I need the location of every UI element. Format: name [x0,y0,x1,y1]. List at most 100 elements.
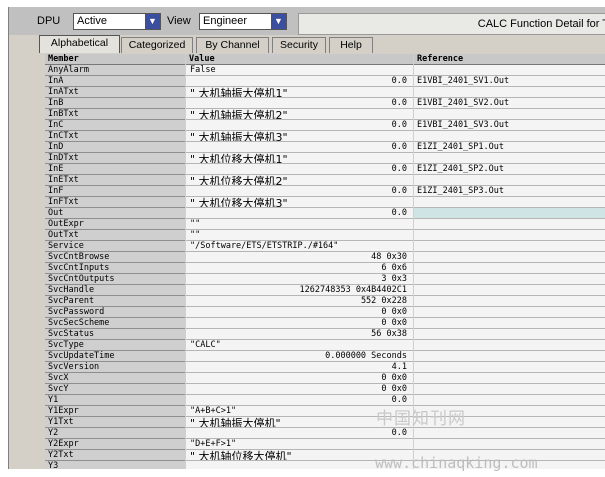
table-row[interactable]: InF 0.0 E1ZI_2401_SP3.Out [45,186,605,197]
reference-cell[interactable] [414,109,605,120]
value-cell[interactable]: "CALC" [186,340,413,351]
table-row[interactable]: InBTxt " 大机轴振大停机2" [45,109,605,120]
reference-cell[interactable] [414,65,605,76]
value-cell[interactable]: " 大机位移大停机3" [186,197,413,208]
value-cell[interactable]: 0.0 [186,142,413,153]
value-cell[interactable]: 0.000000 Seconds [186,351,413,362]
table-row[interactable]: SvcX 0 0x0 [45,373,605,384]
reference-cell[interactable] [414,241,605,252]
value-cell[interactable]: 0.0 [186,164,413,175]
table-row[interactable]: SvcType "CALC" [45,340,605,351]
value-cell[interactable]: 6 0x6 [186,263,413,274]
reference-cell[interactable] [414,175,605,186]
table-row[interactable]: SvcSecScheme 0 0x0 [45,318,605,329]
value-cell[interactable]: " 大机位移大停机1" [186,153,413,164]
tab-categorized[interactable]: Categorized [121,37,193,53]
reference-cell[interactable] [414,219,605,230]
reference-cell[interactable] [414,153,605,164]
reference-cell[interactable] [414,329,605,340]
table-row[interactable]: InETxt " 大机位移大停机2" [45,175,605,186]
reference-cell[interactable] [414,285,605,296]
reference-cell[interactable] [414,208,605,219]
table-row[interactable]: SvcY 0 0x0 [45,384,605,395]
chevron-down-icon[interactable]: ▼ [271,14,286,29]
view-select[interactable]: Engineer ▼ [199,13,287,30]
reference-cell[interactable] [414,428,605,439]
table-row[interactable]: SvcCntOutputs 3 0x3 [45,274,605,285]
reference-cell[interactable]: E1VBI_2401_SV1.Out [414,76,605,87]
table-row[interactable]: Y2Expr "D+E+F>1" [45,439,605,450]
table-row[interactable]: InC 0.0 E1VBI_2401_SV3.Out [45,120,605,131]
table-row[interactable]: SvcHandle 1262748353 0x4B4402C1 [45,285,605,296]
reference-cell[interactable]: E1VBI_2401_SV3.Out [414,120,605,131]
reference-cell[interactable] [414,318,605,329]
table-row[interactable]: SvcCntBrowse 48 0x30 [45,252,605,263]
table-row[interactable]: AnyAlarm False [45,65,605,76]
tab-help[interactable]: Help [329,37,373,53]
table-row[interactable]: SvcParent 552 0x228 [45,296,605,307]
chevron-down-icon[interactable]: ▼ [145,14,160,29]
reference-cell[interactable]: E1ZI_2401_SP3.Out [414,186,605,197]
table-row[interactable]: InE 0.0 E1ZI_2401_SP2.Out [45,164,605,175]
value-cell[interactable]: 0.0 [186,76,413,87]
value-cell[interactable]: 3 0x3 [186,274,413,285]
value-cell[interactable]: 1262748353 0x4B4402C1 [186,285,413,296]
value-cell[interactable]: 0.0 [186,208,413,219]
table-row[interactable]: InDTxt " 大机位移大停机1" [45,153,605,164]
reference-cell[interactable] [414,307,605,318]
table-row[interactable]: InD 0.0 E1ZI_2401_SP1.Out [45,142,605,153]
column-header-reference[interactable]: Reference [414,54,605,65]
reference-cell[interactable] [414,384,605,395]
table-row[interactable]: InATxt " 大机轴振大停机1" [45,87,605,98]
reference-cell[interactable]: E1ZI_2401_SP1.Out [414,142,605,153]
value-cell[interactable]: 0.0 [186,120,413,131]
reference-cell[interactable] [414,362,605,373]
value-cell[interactable]: 0 0x0 [186,307,413,318]
reference-cell[interactable]: E1VBI_2401_SV2.Out [414,98,605,109]
table-row[interactable]: InB 0.0 E1VBI_2401_SV2.Out [45,98,605,109]
table-row[interactable]: SvcUpdateTime 0.000000 Seconds [45,351,605,362]
table-row[interactable]: InA 0.0 E1VBI_2401_SV1.Out [45,76,605,87]
table-row[interactable]: Y1Txt " 大机轴振大停机" [45,417,605,428]
value-cell[interactable]: " 大机轴振大停机3" [186,131,413,142]
table-row[interactable]: SvcCntInputs 6 0x6 [45,263,605,274]
tab-security[interactable]: Security [272,37,326,53]
tab-by-channel[interactable]: By Channel [196,37,269,53]
table-row[interactable]: Out 0.0 [45,208,605,219]
dpu-select[interactable]: Active ▼ [73,13,161,30]
value-cell[interactable]: 0.0 [186,428,413,439]
value-cell[interactable]: 0 0x0 [186,318,413,329]
reference-cell[interactable] [414,263,605,274]
reference-cell[interactable] [414,439,605,450]
value-cell[interactable]: 0 0x0 [186,373,413,384]
reference-cell[interactable] [414,131,605,142]
reference-cell[interactable] [414,373,605,384]
value-cell[interactable]: 0.0 [186,186,413,197]
reference-cell[interactable] [414,87,605,98]
value-cell[interactable]: False [186,65,413,76]
value-cell[interactable]: " 大机轴振大停机1" [186,87,413,98]
table-row[interactable]: Y1 0.0 [45,395,605,406]
reference-cell[interactable] [414,230,605,241]
value-cell[interactable]: 48 0x30 [186,252,413,263]
value-cell[interactable]: 0 0x0 [186,384,413,395]
reference-cell[interactable] [414,274,605,285]
reference-cell[interactable] [414,351,605,362]
table-row[interactable]: SvcPassword 0 0x0 [45,307,605,318]
value-cell[interactable]: 56 0x38 [186,329,413,340]
value-cell[interactable]: " 大机轴振大停机2" [186,109,413,120]
table-row[interactable]: OutTxt "" [45,230,605,241]
table-row[interactable]: InFTxt " 大机位移大停机3" [45,197,605,208]
value-cell[interactable]: "" [186,219,413,230]
table-row[interactable]: SvcStatus 56 0x38 [45,329,605,340]
column-header-member[interactable]: Member [45,54,185,65]
column-header-value[interactable]: Value [186,54,413,65]
reference-cell[interactable]: E1ZI_2401_SP2.Out [414,164,605,175]
reference-cell[interactable] [414,340,605,351]
table-row[interactable]: Service "/Software/ETS/ETSTRIP./#164" [45,241,605,252]
value-cell[interactable]: "/Software/ETS/ETSTRIP./#164" [186,241,413,252]
table-row[interactable]: InCTxt " 大机轴振大停机3" [45,131,605,142]
reference-cell[interactable] [414,296,605,307]
tab-alphabetical[interactable]: Alphabetical [39,35,120,53]
table-row[interactable]: SvcVersion 4.1 [45,362,605,373]
